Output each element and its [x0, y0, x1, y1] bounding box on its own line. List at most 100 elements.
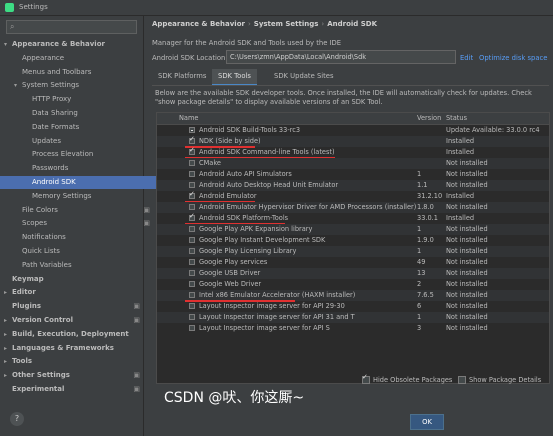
chevron-down-icon: ▾ [14, 82, 18, 90]
sidebar-item[interactable]: Path Variables [0, 259, 157, 272]
search-icon: ⌕ [10, 22, 15, 31]
tool-name: Google Play APK Expansion library [199, 225, 313, 233]
sidebar-item[interactable]: Passwords [0, 162, 167, 175]
table-row[interactable]: Android Emulator Hypervisor Driver for A… [157, 202, 549, 213]
sidebar-item[interactable]: ▸ Tools [0, 355, 147, 368]
help-icon[interactable]: ? [10, 412, 24, 426]
table-row[interactable]: Layout Inspector image server for API S 3… [157, 323, 549, 334]
sidebar-item[interactable]: Data Sharing [0, 107, 167, 120]
project-scope-icon: ▣ [133, 371, 140, 380]
sidebar-item[interactable]: ▸ Version Control ▣ [0, 314, 147, 327]
sidebar-item[interactable]: Process Elevation [0, 148, 167, 161]
row-checkbox[interactable] [189, 270, 195, 276]
tool-name: Android Auto Desktop Head Unit Emulator [199, 181, 339, 189]
table-row[interactable]: CMake Not installed [157, 158, 549, 169]
sidebar-item[interactable]: ▸ Build, Execution, Deployment [0, 328, 147, 341]
sidebar-item[interactable]: Experimental ▣ [0, 383, 147, 396]
column-header-status[interactable]: Status [446, 114, 467, 122]
show-details-checkbox[interactable] [458, 376, 466, 384]
sdk-location-field[interactable]: C:\Users\zmn\AppData\Local\Android\Sdk [226, 50, 456, 64]
column-header-version[interactable]: Version [417, 114, 441, 122]
hide-obsolete-option[interactable]: Hide Obsolete Packages [362, 373, 452, 384]
table-row[interactable]: Android SDK Command-line Tools (latest) I… [157, 146, 549, 159]
sidebar-item-label: Plugins [12, 302, 42, 311]
row-checkbox[interactable] [189, 314, 195, 320]
table-row[interactable]: Google Play Instant Development SDK 1.9.0… [157, 235, 549, 246]
row-checkbox[interactable] [189, 248, 195, 254]
table-row[interactable]: Android Auto Desktop Head Unit Emulator 1… [157, 180, 549, 191]
sidebar-item[interactable]: Appearance [0, 52, 157, 65]
sidebar-item-label: Updates [32, 136, 61, 145]
sidebar-item[interactable]: HTTP Proxy [0, 93, 167, 106]
tool-name: Android SDK Platform-Tools [199, 214, 289, 222]
sidebar-item[interactable]: Android SDK [0, 176, 167, 189]
table-row[interactable]: Intel x86 Emulator Accelerator (HAXM ins… [157, 290, 549, 302]
table-row[interactable]: Layout Inspector image server for API 31… [157, 312, 549, 323]
row-checkbox[interactable] [189, 160, 195, 166]
row-checkbox[interactable] [189, 204, 195, 210]
ok-button[interactable]: OK [410, 414, 444, 430]
sidebar-item[interactable]: ▸ Editor [0, 286, 147, 299]
sidebar-item-label: File Colors [22, 205, 58, 214]
settings-search-input[interactable]: ⌕ [6, 20, 137, 34]
row-checkbox[interactable] [189, 303, 195, 309]
sidebar-item[interactable]: ▾ Appearance & Behavior [0, 38, 147, 51]
table-row[interactable]: Google Play APK Expansion library 1 Not in… [157, 224, 549, 235]
sidebar-item[interactable]: ▸ Other Settings ▣ [0, 369, 147, 382]
table-row[interactable]: Google Web Driver 2 Not installed [157, 279, 549, 290]
tool-status: Update Available: 33.0.0 rc4 [446, 126, 540, 134]
row-checkbox[interactable] [189, 281, 195, 287]
table-row[interactable]: Google Play services 49 Not installed [157, 257, 549, 268]
chevron-right-icon: ▸ [4, 317, 8, 324]
sidebar-item[interactable]: Notifications [0, 231, 157, 244]
row-checkbox[interactable] [189, 226, 195, 232]
row-checkbox[interactable] [189, 259, 195, 265]
table-row[interactable]: Google USB Driver 13 Not installed [157, 268, 549, 279]
tool-name: Layout Inspector image server for API 31… [199, 313, 355, 321]
sidebar-item[interactable]: Keymap [0, 273, 147, 286]
table-row[interactable]: Android SDK Platform-Tools 33.0.1 Installe… [157, 212, 549, 225]
table-row[interactable]: Android Auto API Simulators 1 Not installe… [157, 169, 549, 180]
row-checkbox[interactable] [189, 182, 195, 188]
hide-obsolete-checkbox[interactable] [362, 373, 370, 384]
sidebar-item[interactable]: Updates [0, 135, 167, 148]
row-checkbox[interactable] [189, 127, 195, 133]
sidebar-item[interactable]: ▸ Languages & Frameworks [0, 342, 147, 355]
tab-sdk-update-sites[interactable]: SDK Update Sites [268, 69, 340, 84]
sidebar-item[interactable]: Scopes ▣ [0, 217, 157, 230]
row-checkbox[interactable] [189, 292, 195, 298]
sidebar-item-label: Passwords [32, 164, 69, 173]
chevron-down-icon: ▾ [4, 41, 8, 48]
tool-version: 1.1 [417, 181, 428, 189]
tool-status: Not installed [446, 313, 488, 321]
sidebar-item[interactable]: Memory Settings [0, 190, 167, 203]
sidebar-item[interactable]: Menus and Toolbars [0, 66, 157, 79]
sdk-tools-info: Below are the available SDK developer to… [155, 89, 532, 106]
table-row[interactable]: Android Emulator 31.2.10Installed [157, 190, 549, 203]
sidebar-item-label: Android SDK [32, 178, 76, 186]
table-row[interactable]: NDK (Side by side) Installed [157, 135, 549, 148]
optimize-disk-space-link[interactable]: Optimize disk space [479, 54, 547, 62]
sidebar-item[interactable]: Quick Lists [0, 245, 157, 258]
table-row[interactable]: Layout Inspector image server for API 29… [157, 301, 549, 312]
table-row[interactable]: Android SDK Build-Tools 33-rc3 Update Ava… [157, 125, 549, 136]
edit-link[interactable]: Edit [460, 54, 473, 62]
row-checkbox[interactable] [189, 135, 195, 144]
row-checkbox[interactable] [189, 171, 195, 177]
row-checkbox[interactable] [189, 190, 195, 199]
row-checkbox[interactable] [189, 212, 195, 221]
row-checkbox[interactable] [189, 146, 195, 155]
tab-sdk-platforms[interactable]: SDK Platforms [152, 69, 212, 84]
row-checkbox[interactable] [189, 237, 195, 243]
show-details-option[interactable]: Show Package Details [458, 376, 541, 384]
row-checkbox[interactable] [189, 325, 195, 331]
tab-sdk-tools[interactable]: SDK Tools [212, 69, 257, 86]
sidebar-item-label: Memory Settings [32, 191, 92, 200]
chevron-right-icon: ▸ [4, 358, 8, 366]
sidebar-item[interactable]: Plugins ▣ [0, 300, 147, 313]
table-row[interactable]: Google Play Licensing Library 1 Not instal… [157, 246, 549, 257]
sidebar-item[interactable]: File Colors ▣ [0, 204, 157, 217]
column-header-name[interactable]: Name [179, 114, 198, 122]
sidebar-item[interactable]: ▾ System Settings [0, 79, 157, 92]
sidebar-item[interactable]: Date Formats [0, 121, 167, 134]
